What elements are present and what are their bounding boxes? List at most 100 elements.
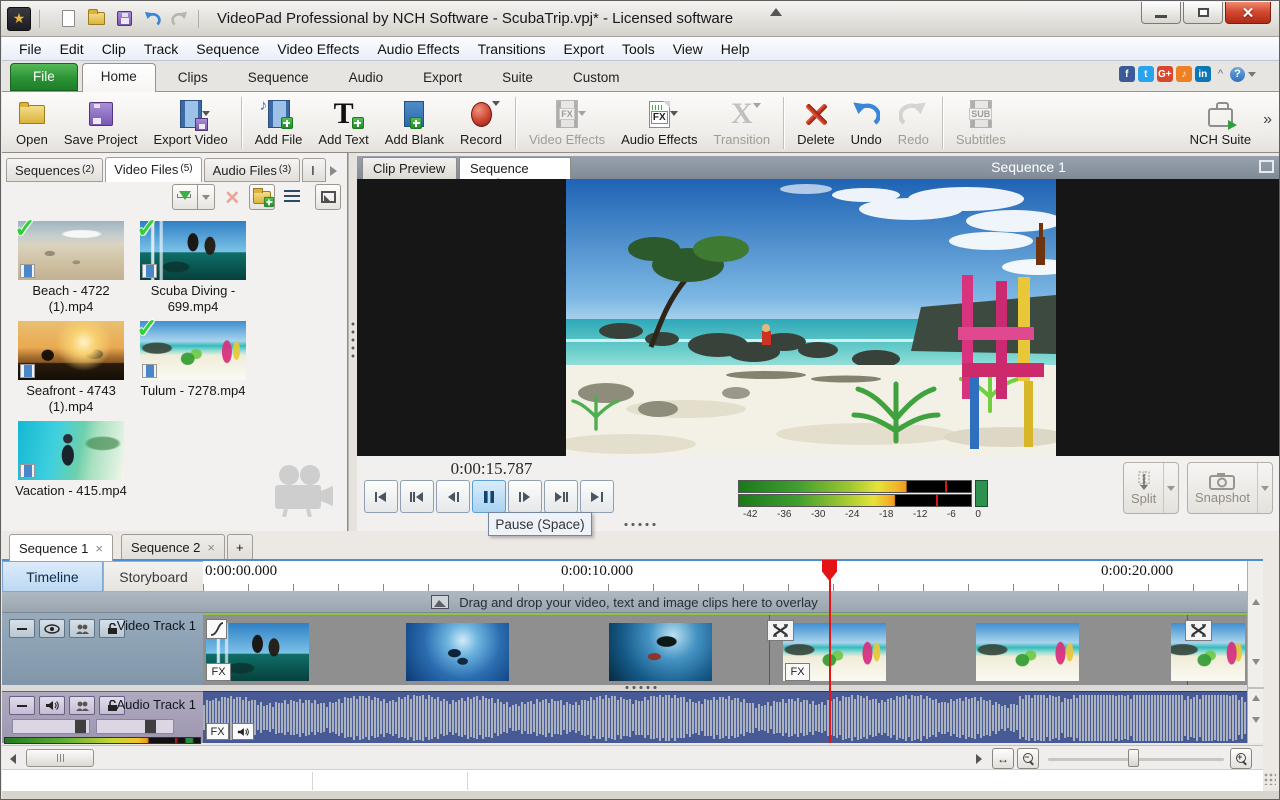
transition-button[interactable]: X Transition [705, 95, 778, 151]
twitter-icon[interactable]: t [1138, 66, 1154, 82]
remove-file-button[interactable] [219, 184, 245, 210]
new-project-icon[interactable] [58, 9, 78, 29]
menu-audio-effects[interactable]: Audio Effects [368, 38, 468, 60]
undo-button[interactable]: Undo [843, 95, 890, 151]
media-item-scuba-diving[interactable]: ✓ Scuba Diving - 699.mp4 [134, 221, 252, 316]
menu-video-effects[interactable]: Video Effects [268, 38, 368, 60]
close-button[interactable]: ✕ [1225, 2, 1271, 24]
zoom-in-button[interactable]: + [1230, 748, 1252, 769]
pause-button[interactable] [472, 480, 506, 513]
go-to-start-button[interactable] [364, 480, 398, 513]
list-view-button[interactable] [279, 184, 305, 210]
menu-help[interactable]: Help [712, 38, 759, 60]
new-bin-button[interactable] [249, 184, 275, 210]
help-icon[interactable]: ? [1230, 67, 1245, 82]
video-track-lane[interactable]: FX FX [203, 613, 1247, 685]
menu-transitions[interactable]: Transitions [469, 38, 555, 60]
scroll-up-icon[interactable] [1252, 599, 1260, 605]
audio-fx-badge[interactable]: FX [206, 723, 229, 740]
track-visibility-button[interactable] [39, 619, 65, 638]
new-sequence-tab[interactable]: + [227, 534, 253, 560]
go-to-end-button[interactable] [580, 480, 614, 513]
scroll-down-icon[interactable] [1252, 659, 1260, 665]
timeline-vertical-scrollbar[interactable] [1247, 561, 1263, 743]
subtitles-button[interactable]: SUB Subtitles [948, 95, 1014, 151]
bin-tab-sequences[interactable]: Sequences(2) [6, 158, 103, 182]
step-forward-button[interactable] [508, 480, 542, 513]
track-group-button[interactable] [69, 696, 95, 715]
pan-slider[interactable] [96, 719, 174, 734]
ribbon-tab-home[interactable]: Home [82, 63, 156, 92]
minimize-button[interactable] [1141, 2, 1181, 24]
maximize-button[interactable] [1183, 2, 1223, 24]
close-tab-icon[interactable]: × [207, 540, 215, 555]
sequence-tab-2[interactable]: Sequence 2× [121, 534, 225, 560]
tab-sequence-preview[interactable]: Sequence Preview [459, 157, 571, 180]
ribbon-tab-sequence[interactable]: Sequence [230, 65, 327, 91]
detach-preview-icon[interactable] [1259, 160, 1274, 173]
track-mute-button[interactable] [39, 696, 65, 715]
previous-clip-button[interactable] [400, 480, 434, 513]
scroll-up-icon[interactable] [1252, 695, 1260, 701]
audio-effects-dropdown-icon[interactable] [670, 111, 678, 116]
zoom-slider-handle[interactable] [1128, 749, 1139, 767]
media-item-beach[interactable]: ✓ Beach - 4722 (1).mp4 [12, 221, 130, 316]
add-file-button[interactable]: ♪ Add File [247, 95, 311, 151]
save-project-icon[interactable] [114, 9, 134, 29]
menu-tools[interactable]: Tools [613, 38, 664, 60]
timeline-clip-thumbnail[interactable] [976, 623, 1079, 681]
export-video-button[interactable]: Export Video [146, 95, 236, 151]
panel-splitter[interactable] [348, 153, 357, 531]
bin-tab-audio-files[interactable]: Audio Files(3) [204, 158, 301, 182]
horizontal-splitter-grip[interactable] [623, 522, 657, 527]
ribbon-tab-custom[interactable]: Custom [555, 65, 638, 91]
ribbon-tab-file[interactable]: File [10, 63, 78, 91]
add-blank-button[interactable]: Add Blank [377, 95, 452, 151]
timeline-clip-thumbnail[interactable] [609, 623, 712, 681]
menu-export[interactable]: Export [555, 38, 613, 60]
save-project-button[interactable]: Save Project [56, 95, 146, 151]
redo-icon[interactable] [170, 9, 190, 29]
ribbon-tab-audio[interactable]: Audio [331, 65, 402, 91]
split-dropdown-icon[interactable] [1163, 463, 1178, 513]
menu-clip[interactable]: Clip [93, 38, 135, 60]
timeline-view-button[interactable]: Timeline [2, 561, 103, 592]
close-tab-icon[interactable]: × [95, 541, 103, 556]
volume-slider[interactable] [12, 719, 90, 734]
tab-clip-preview[interactable]: Clip Preview [362, 157, 457, 180]
media-item-seafront[interactable]: Seafront - 4743 (1).mp4 [12, 321, 130, 416]
facebook-icon[interactable]: f [1119, 66, 1135, 82]
undo-icon[interactable] [142, 9, 162, 29]
expand-panel-icon[interactable] [770, 8, 782, 16]
timeline-horizontal-scrollbar[interactable]: ↔ − + [2, 745, 1263, 769]
record-dropdown-icon[interactable] [492, 101, 500, 106]
preview-video-area[interactable] [357, 179, 1280, 456]
scrollbar-thumb[interactable] [26, 749, 94, 767]
add-to-sequence-button[interactable] [172, 184, 198, 210]
toolbar-overflow-icon[interactable]: » [1263, 111, 1272, 129]
googleplus-icon[interactable]: G+ [1157, 66, 1173, 82]
menu-edit[interactable]: Edit [51, 38, 93, 60]
media-item-tulum[interactable]: ✓ Tulum - 7278.mp4 [134, 321, 252, 399]
overlay-drop-zone[interactable]: Drag and drop your video, text and image… [2, 592, 1247, 613]
video-effects-dropdown-icon[interactable] [578, 111, 586, 116]
resize-grip-icon[interactable] [1264, 773, 1276, 785]
sequence-tab-1[interactable]: Sequence 1× [9, 534, 113, 561]
bin-tab-images[interactable]: I [302, 158, 326, 182]
snapshot-button[interactable]: Snapshot [1187, 462, 1273, 514]
collapse-track-button[interactable] [9, 619, 35, 638]
open-project-icon[interactable] [86, 9, 106, 29]
collapse-ribbon-icon[interactable]: ^ [1218, 68, 1223, 80]
fade-curve-icon[interactable] [206, 619, 227, 639]
audio-effects-button[interactable]: FX Audio Effects [613, 95, 705, 151]
menu-sequence[interactable]: Sequence [187, 38, 268, 60]
step-back-button[interactable] [436, 480, 470, 513]
open-button[interactable]: Open [8, 95, 56, 151]
transition-dropdown-icon[interactable] [753, 103, 761, 108]
ribbon-tab-suite[interactable]: Suite [484, 65, 551, 91]
scroll-down-icon[interactable] [1252, 717, 1260, 723]
title-bar[interactable]: ★ VideoPad Professional by NCH Software … [1, 1, 1279, 37]
transition-icon[interactable] [1185, 620, 1212, 641]
export-dropdown-icon[interactable] [202, 111, 210, 116]
detach-panel-button[interactable] [315, 184, 341, 210]
